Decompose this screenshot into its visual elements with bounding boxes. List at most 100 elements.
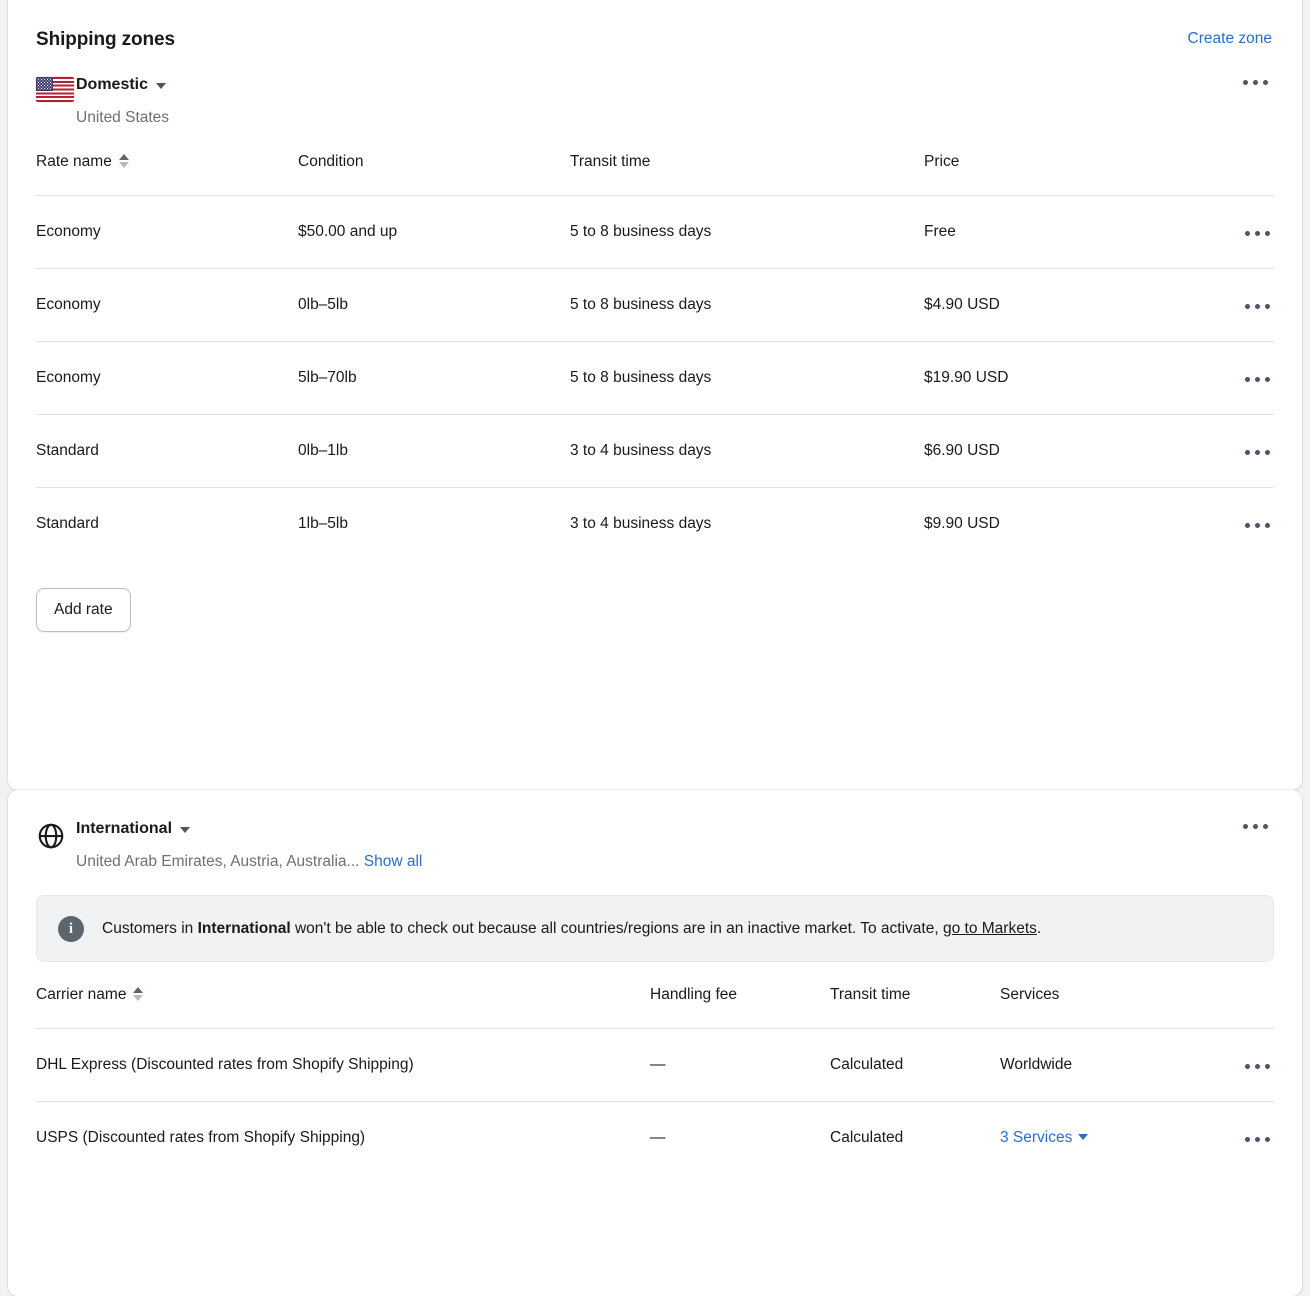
page-title: Shipping zones [36, 29, 175, 50]
cell-actions [1204, 1028, 1274, 1102]
zone-domestic-subtitle: United States [76, 109, 170, 126]
column-header-actions [1204, 151, 1274, 196]
rate-row-menu-button[interactable] [1241, 225, 1274, 242]
zone-domestic-name[interactable]: Domestic [76, 74, 148, 96]
cell-condition: 0lb–5lb [298, 268, 570, 342]
zone-international-header: International United Arab Emirates, Aust… [36, 790, 1274, 873]
column-header-condition: Condition [298, 153, 364, 170]
cell-actions [1204, 1101, 1274, 1174]
column-header-transit-time: Transit time [830, 986, 911, 1003]
chevron-down-icon[interactable] [1078, 1134, 1089, 1140]
carrier-row-menu-button[interactable] [1241, 1058, 1274, 1075]
services-dropdown-link[interactable]: 3 Services [1000, 1129, 1072, 1146]
cell-rate-name: Economy [36, 268, 298, 342]
sort-icon[interactable] [118, 154, 129, 168]
rate-row-menu-button[interactable] [1241, 298, 1274, 315]
zone-international-countries: United Arab Emirates, Austria, Australia… [76, 853, 360, 870]
chevron-down-icon[interactable] [180, 827, 191, 833]
cell-price: $9.90 USD [924, 487, 1204, 560]
cell-price: Free [924, 195, 1204, 269]
cell-services: Worldwide [1000, 1028, 1204, 1102]
column-header-services: Services [1000, 986, 1060, 1003]
cell-actions [1204, 341, 1274, 415]
cell-transit-time: Calculated [830, 1101, 1000, 1174]
table-row: DHL Express (Discounted rates from Shopi… [36, 1028, 1274, 1102]
banner-text-part-1: Customers in [102, 920, 198, 937]
rate-row-menu-button[interactable] [1241, 444, 1274, 461]
carrier-row-menu-button[interactable] [1241, 1131, 1274, 1148]
international-zone-card: International United Arab Emirates, Aust… [8, 790, 1302, 1296]
zone-domestic-menu-button[interactable] [1239, 74, 1272, 91]
shipping-zones-page: Shipping zones Create zone Domestic Unit… [0, 0, 1310, 1296]
rate-row-menu-button[interactable] [1241, 517, 1274, 534]
column-header-price: Price [924, 153, 960, 170]
column-header-rate-name-label: Rate name [36, 153, 112, 170]
cell-handling-fee: — [650, 1101, 830, 1174]
cell-actions [1204, 414, 1274, 488]
cell-services: 3 Services [1000, 1101, 1204, 1174]
column-header-carrier-name-label: Carrier name [36, 986, 127, 1003]
go-to-markets-link[interactable]: go to Markets [943, 920, 1037, 937]
zone-domestic-header: Domestic United States [36, 52, 1274, 129]
cell-carrier-name: DHL Express (Discounted rates from Shopi… [36, 1028, 650, 1102]
table-row: Economy $50.00 and up 5 to 8 business da… [36, 195, 1274, 269]
zone-international: International United Arab Emirates, Aust… [8, 790, 1302, 1174]
zone-domestic: Domestic United States Rate name Conditi… [8, 52, 1302, 666]
banner-message: Customers in International won't be able… [102, 915, 1041, 942]
cell-condition: 1lb–5lb [298, 487, 570, 560]
column-header-carrier-name[interactable]: Carrier name [36, 984, 650, 1029]
zone-international-name[interactable]: International [76, 818, 172, 840]
cell-price: $6.90 USD [924, 414, 1204, 488]
zone-international-menu-button[interactable] [1239, 818, 1272, 835]
table-row: Economy 0lb–5lb 5 to 8 business days $4.… [36, 268, 1274, 342]
cell-actions [1204, 487, 1274, 560]
cell-rate-name: Standard [36, 414, 298, 488]
cell-price: $19.90 USD [924, 341, 1204, 415]
table-row: Standard 1lb–5lb 3 to 4 business days $9… [36, 487, 1274, 560]
sort-icon[interactable] [133, 987, 144, 1001]
cell-transit-time: 3 to 4 business days [570, 487, 924, 560]
column-header-actions [1204, 984, 1274, 1029]
domestic-rates-table: Rate name Condition Transit time Price E… [36, 151, 1274, 560]
add-rate-button[interactable]: Add rate [36, 588, 131, 632]
info-icon: i [58, 916, 84, 942]
zone-international-subtitle: United Arab Emirates, Austria, Australia… [76, 851, 1274, 873]
cell-rate-name: Economy [36, 195, 298, 269]
cell-price: $4.90 USD [924, 268, 1204, 342]
banner-text-bold: International [197, 920, 291, 937]
cell-actions [1204, 195, 1274, 269]
show-all-link[interactable]: Show all [364, 853, 423, 870]
cell-rate-name: Standard [36, 487, 298, 560]
cell-transit-time: Calculated [830, 1028, 1000, 1102]
cell-condition: 0lb–1lb [298, 414, 570, 488]
cell-condition: 5lb–70lb [298, 341, 570, 415]
cell-transit-time: 5 to 8 business days [570, 341, 924, 415]
banner-text-part-3: . [1036, 920, 1042, 937]
table-row: Standard 0lb–1lb 3 to 4 business days $6… [36, 414, 1274, 488]
card-header: Shipping zones Create zone [8, 0, 1302, 52]
rate-row-menu-button[interactable] [1241, 371, 1274, 388]
cell-handling-fee: — [650, 1028, 830, 1102]
globe-icon [36, 818, 76, 851]
cell-rate-name: Economy [36, 341, 298, 415]
us-flag-icon [36, 74, 76, 102]
cell-condition: $50.00 and up [298, 195, 570, 269]
chevron-down-icon[interactable] [156, 83, 167, 89]
shipping-zones-card: Shipping zones Create zone Domestic Unit… [8, 0, 1302, 790]
column-header-transit-time: Transit time [570, 153, 651, 170]
column-header-handling-fee: Handling fee [650, 986, 738, 1003]
cell-transit-time: 5 to 8 business days [570, 195, 924, 269]
inactive-market-banner: i Customers in International won't be ab… [36, 895, 1274, 962]
cell-transit-time: 3 to 4 business days [570, 414, 924, 488]
table-row: USPS (Discounted rates from Shopify Ship… [36, 1101, 1274, 1174]
cell-transit-time: 5 to 8 business days [570, 268, 924, 342]
cell-actions [1204, 268, 1274, 342]
international-carriers-table: Carrier name Handling fee Transit time S… [36, 984, 1274, 1174]
cell-carrier-name: USPS (Discounted rates from Shopify Ship… [36, 1101, 650, 1174]
banner-text-part-2: won't be able to check out because all c… [290, 920, 943, 937]
column-header-rate-name[interactable]: Rate name [36, 151, 298, 196]
table-row: Economy 5lb–70lb 5 to 8 business days $1… [36, 341, 1274, 415]
table-header-row: Carrier name Handling fee Transit time S… [36, 984, 1274, 1029]
table-header-row: Rate name Condition Transit time Price [36, 151, 1274, 196]
create-zone-link[interactable]: Create zone [1188, 28, 1272, 50]
